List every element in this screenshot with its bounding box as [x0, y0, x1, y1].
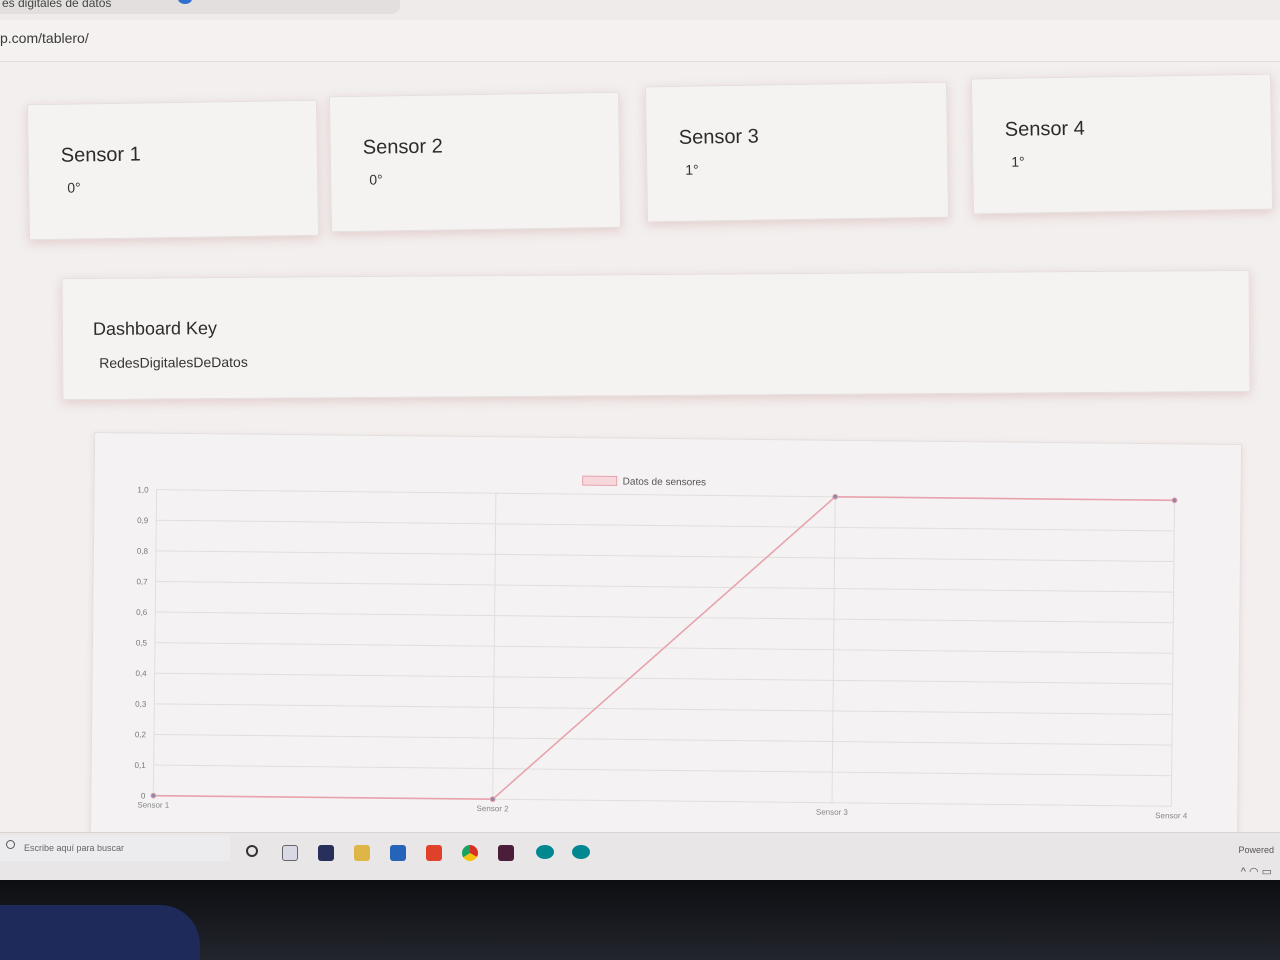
y-tick-label: 0,3 — [135, 700, 147, 709]
tab-close-icon[interactable] — [178, 0, 192, 4]
dashboard-key-title: Dashboard Key — [92, 318, 218, 339]
search-icon — [6, 840, 15, 849]
store-icon[interactable] — [318, 845, 334, 861]
y-tick-label: 0,1 — [135, 761, 147, 770]
grid-line-horizontal — [154, 733, 1172, 746]
dashboard-page: Sensor 1 0° Sensor 2 0° Sensor 3 1° Sens… — [0, 62, 1280, 854]
chart-card: 0 0,1 0,2 0,3 0,4 0,5 0,6 0,7 0,8 0,9 1,0 Sensor 1 S… — [89, 432, 1243, 854]
grid-line-horizontal — [154, 672, 1173, 685]
arduino-icon[interactable] — [536, 845, 554, 859]
chrome-icon[interactable] — [462, 845, 478, 861]
browser-tab[interactable]: es digitales de datos — [0, 0, 400, 14]
x-tick-label: Sensor 1 — [137, 800, 170, 809]
desk-object — [0, 905, 200, 960]
office-icon[interactable] — [426, 845, 442, 861]
data-point — [1171, 497, 1178, 504]
x-tick-label: Sensor 3 — [816, 808, 849, 817]
grid-line-horizontal — [155, 550, 1174, 563]
y-tick-label: 0,7 — [136, 577, 148, 586]
y-tick-label: 0,2 — [135, 730, 147, 739]
tab-title: es digitales de datos — [2, 0, 112, 10]
y-tick-label: 0,5 — [136, 638, 148, 647]
line-chart: 0 0,1 0,2 0,3 0,4 0,5 0,6 0,7 0,8 0,9 1,0 Sensor 1 S… — [135, 475, 1188, 820]
y-tick-label: 0,8 — [137, 547, 149, 556]
search-placeholder: Escribe aquí para buscar — [24, 843, 125, 853]
sensor-card-4: Sensor 4 1° — [970, 73, 1274, 215]
sensor-value: 1° — [685, 161, 699, 178]
taskbar-search[interactable]: Escribe aquí para buscar — [0, 835, 230, 861]
taskbar: Escribe aquí para buscar Powered ^ ◠ ▭ — [0, 832, 1280, 880]
y-tick-label: 0 — [141, 792, 146, 801]
y-tick-label: 1,0 — [137, 485, 149, 494]
y-tick-label: 0,6 — [136, 608, 148, 617]
sensor-title: Sensor 1 — [60, 143, 141, 167]
data-point — [150, 792, 157, 799]
sensor-value: 1° — [1011, 153, 1025, 170]
legend-swatch — [582, 475, 618, 486]
y-tick-label: 0,4 — [135, 669, 147, 678]
app-icon[interactable] — [498, 845, 514, 861]
sensor-value: 0° — [369, 171, 383, 188]
sensor-card-3: Sensor 3 1° — [644, 81, 950, 223]
sensor-card-1: Sensor 1 0° — [26, 99, 320, 241]
grid-line-horizontal — [153, 764, 1172, 777]
y-tick-label: 0,9 — [137, 516, 149, 525]
dashboard-key-value: RedesDigitalesDeDatos — [99, 353, 248, 371]
system-tray-icons[interactable]: ^ ◠ ▭ — [1241, 865, 1272, 878]
powered-text: Powered — [1238, 845, 1274, 855]
series-line — [153, 495, 1175, 800]
grid-line-horizontal — [155, 580, 1174, 593]
data-point — [489, 796, 496, 803]
legend-label: Datos de sensores — [623, 477, 707, 489]
arduino-icon-2[interactable] — [572, 845, 590, 859]
sensor-title: Sensor 4 — [1004, 117, 1085, 141]
sensor-title: Sensor 2 — [362, 135, 443, 159]
screen: es digitales de datos p.com/tablero/ Sen… — [0, 0, 1280, 890]
url-text[interactable]: p.com/tablero/ — [0, 30, 89, 46]
x-tick-label: Sensor 2 — [477, 804, 510, 813]
widgets-icon[interactable] — [282, 845, 298, 861]
file-explorer-icon[interactable] — [354, 845, 370, 861]
task-view-icon[interactable] — [246, 845, 258, 857]
grid-line-horizontal — [155, 611, 1174, 624]
sensor-card-2: Sensor 2 0° — [328, 91, 622, 233]
dashboard-key-card: Dashboard Key RedesDigitalesDeDatos — [61, 269, 1251, 401]
mail-icon[interactable] — [390, 845, 406, 861]
sensor-value: 0° — [67, 179, 81, 196]
grid-line-horizontal — [154, 703, 1173, 716]
grid-line-horizontal — [156, 519, 1175, 532]
data-point — [832, 493, 839, 500]
sensor-title: Sensor 3 — [678, 125, 759, 149]
address-bar[interactable]: p.com/tablero/ — [0, 20, 1280, 62]
x-tick-label: Sensor 4 — [1155, 811, 1188, 820]
